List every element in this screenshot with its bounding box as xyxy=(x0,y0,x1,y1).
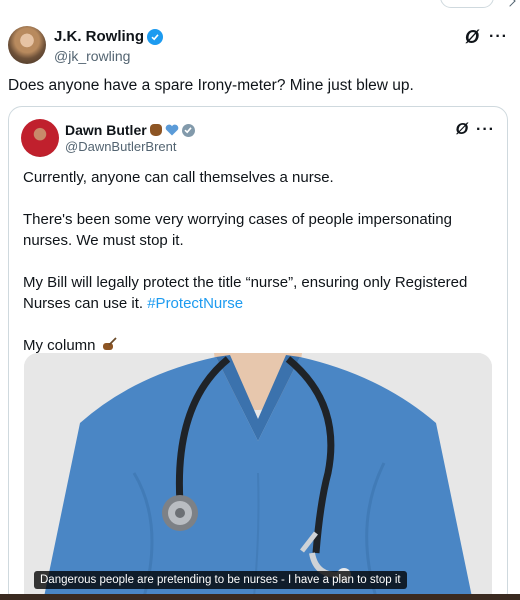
bottom-strip xyxy=(0,594,520,600)
author-name[interactable]: J.K. Rowling xyxy=(54,28,144,46)
quoted-tweet[interactable]: Dawn Butler @DawnButlerBrent Ø ··· Curre… xyxy=(8,106,508,600)
hashtag-link[interactable]: #ProtectNurse xyxy=(147,295,243,312)
quoted-paragraph: There's been some very worrying cases of… xyxy=(23,211,452,249)
tweet-header: J.K. Rowling @jk_rowling Ø ··· xyxy=(8,24,512,68)
follow-pill[interactable] xyxy=(440,0,494,8)
quoted-header: Dawn Butler @DawnButlerBrent Ø ··· xyxy=(21,119,495,159)
author-handle[interactable]: @jk_rowling xyxy=(54,47,163,65)
author-block: J.K. Rowling @jk_rowling xyxy=(54,28,163,65)
top-edge xyxy=(0,0,520,12)
media-image[interactable]: Dangerous people are pretending to be nu… xyxy=(24,353,492,597)
quoted-avatar[interactable] xyxy=(21,119,59,157)
avatar[interactable] xyxy=(8,26,46,64)
verified-badge-icon xyxy=(147,29,163,45)
bill-text: My Bill will legally protect the title “… xyxy=(23,274,468,312)
quoted-body: Currently, anyone can call themselves a … xyxy=(23,167,495,377)
quoted-author-handle[interactable]: @DawnButlerBrent xyxy=(65,139,195,155)
raised-fist-emoji-icon xyxy=(149,124,162,136)
more-icon[interactable]: ··· xyxy=(489,29,508,45)
blue-heart-icon xyxy=(165,124,179,136)
quoted-paragraph: Currently, anyone can call themselves a … xyxy=(23,169,334,186)
tweet-text: Does anyone have a spare Irony-meter? Mi… xyxy=(8,77,414,94)
grok-icon[interactable]: Ø xyxy=(456,121,468,139)
nurse-photo xyxy=(24,353,492,597)
quoted-author-name[interactable]: Dawn Butler xyxy=(65,121,147,139)
quoted-paragraph: My Bill will legally protect the title “… xyxy=(23,272,495,314)
chevron-icon[interactable] xyxy=(504,0,516,7)
media-caption: Dangerous people are pretending to be nu… xyxy=(34,571,407,589)
grok-icon[interactable]: Ø xyxy=(465,28,479,46)
writing-hand-icon xyxy=(102,337,117,350)
more-icon[interactable]: ··· xyxy=(476,122,495,138)
closing-text: My column xyxy=(23,337,96,354)
verified-badge-icon xyxy=(181,123,195,137)
